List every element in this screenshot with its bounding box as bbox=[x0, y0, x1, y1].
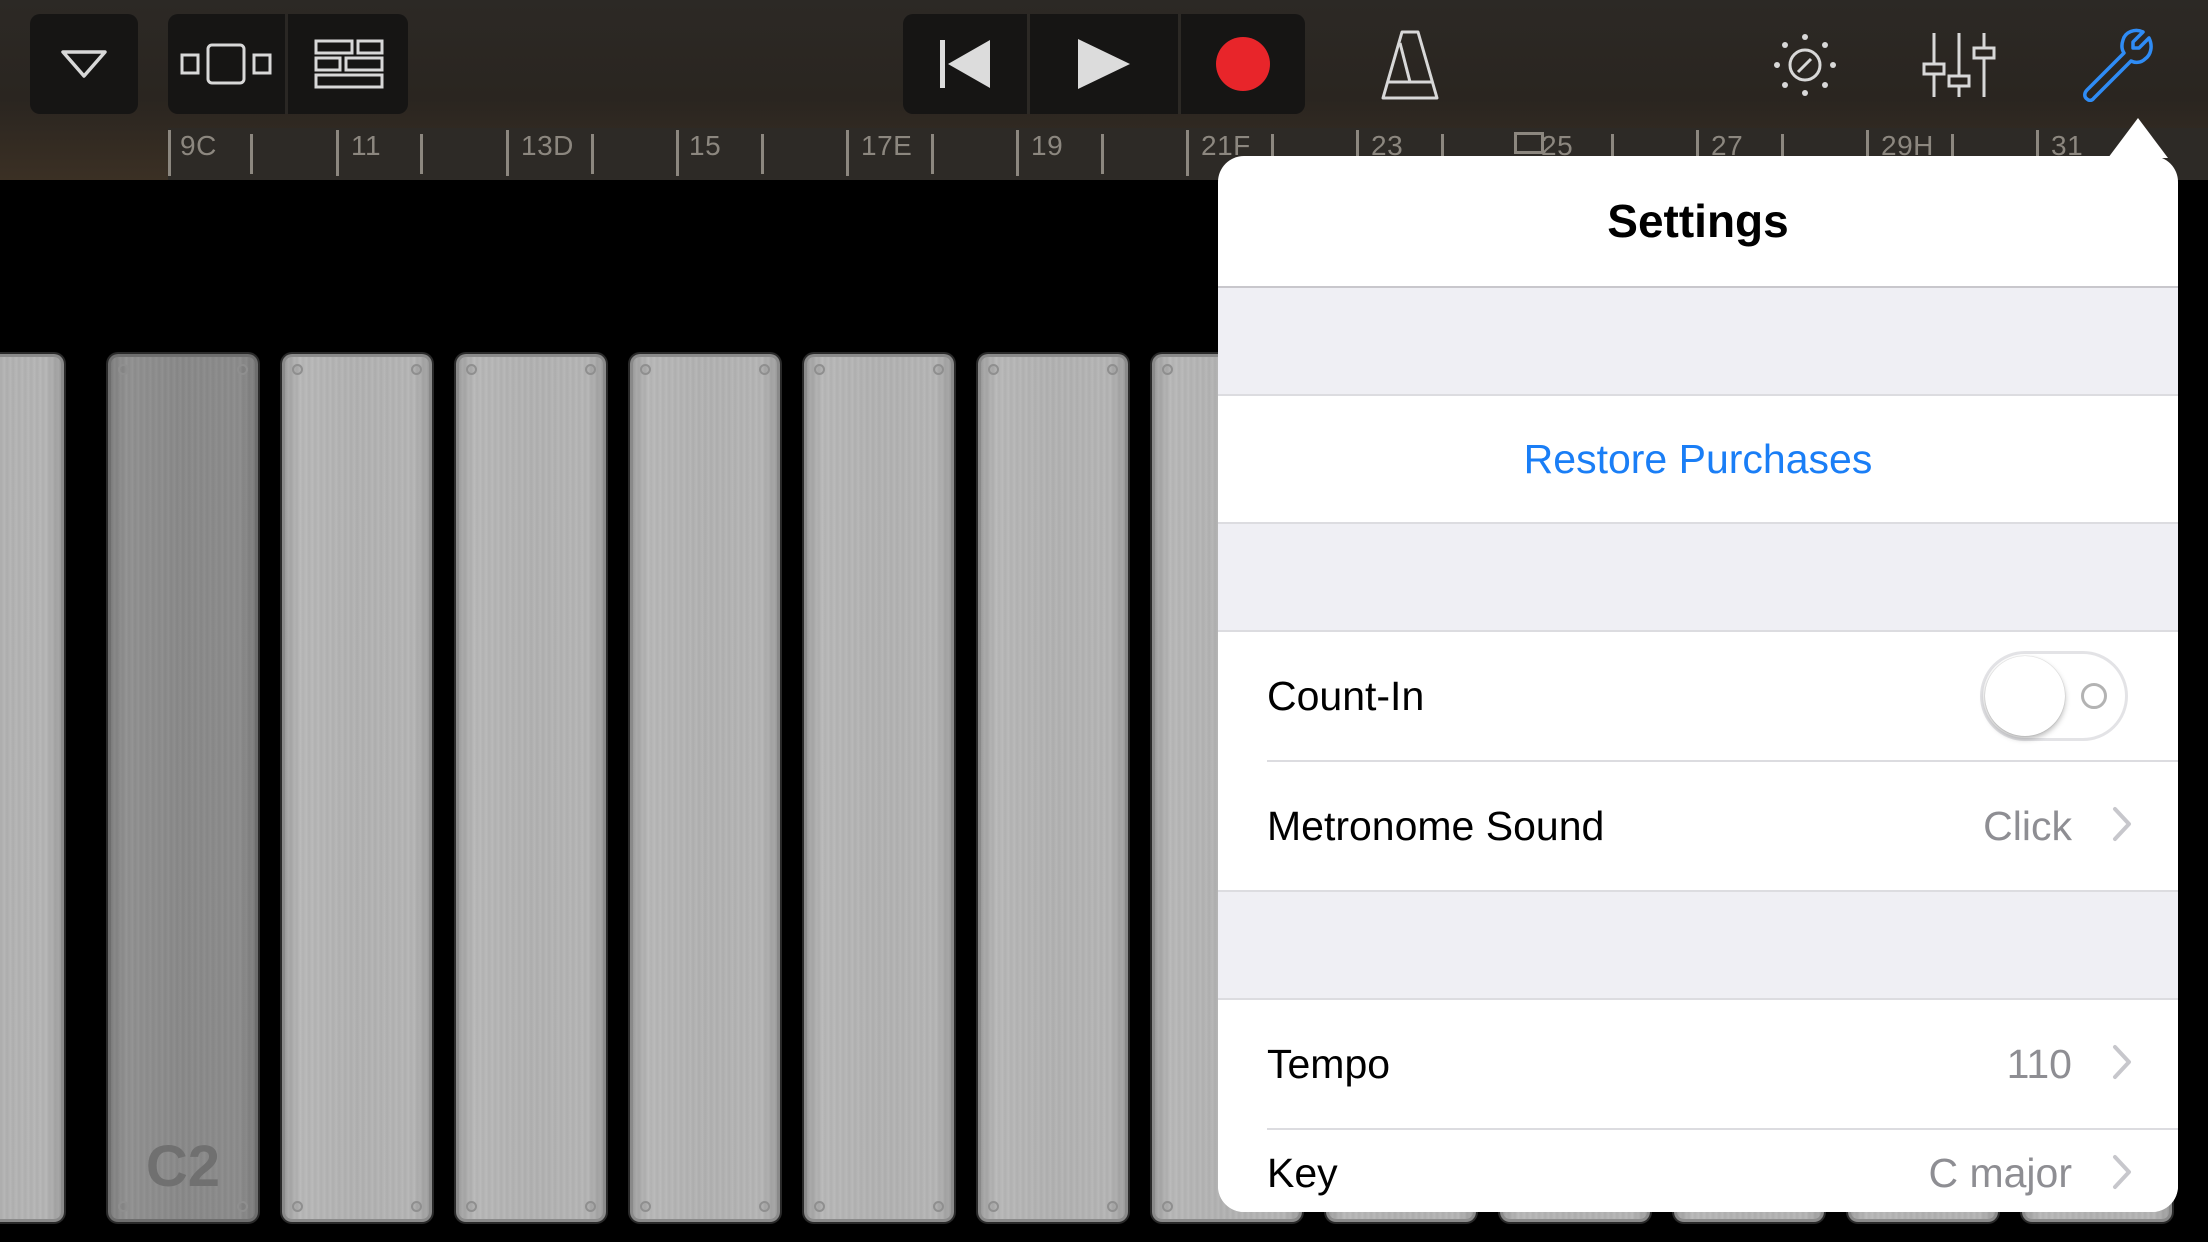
piano-key[interactable] bbox=[804, 354, 954, 1222]
key-note-label: C2 bbox=[145, 1134, 221, 1199]
metronome-sound-label: Metronome Sound bbox=[1267, 802, 1605, 849]
chevron-down-icon bbox=[60, 49, 108, 79]
chevron-right-icon bbox=[2112, 1044, 2132, 1085]
mixer-button[interactable] bbox=[1917, 20, 2001, 110]
tracks-view-button[interactable] bbox=[290, 14, 408, 114]
key-row[interactable]: Key C major bbox=[1218, 1130, 2178, 1212]
mixer-sliders-icon bbox=[1920, 30, 1998, 100]
playhead[interactable] bbox=[1514, 132, 1544, 154]
ruler-label: 17E bbox=[861, 130, 913, 161]
piano-key[interactable] bbox=[456, 354, 606, 1222]
go-to-beginning-icon bbox=[938, 38, 992, 90]
ruler-label: 11 bbox=[351, 130, 382, 161]
ruler-label: 15 bbox=[689, 130, 722, 161]
toggle-off-indicator bbox=[2081, 683, 2107, 709]
settings-popover: Settings Restore Purchases Count-In Metr… bbox=[1218, 156, 2178, 1212]
settings-button[interactable] bbox=[2073, 20, 2163, 110]
ruler-label: 9C bbox=[180, 130, 217, 161]
track-view-button[interactable] bbox=[168, 14, 284, 114]
ruler-label: 19 bbox=[1031, 130, 1064, 161]
control-bar: 9C 11 13D 15 17E 19 21F 23 25 27 29H 31 bbox=[0, 0, 2208, 180]
record-icon bbox=[1215, 36, 1271, 92]
toggle-knob bbox=[1985, 656, 2065, 736]
key-value: C major bbox=[1928, 1150, 2072, 1196]
count-in-label: Count-In bbox=[1267, 672, 1425, 719]
chevron-right-icon bbox=[2112, 806, 2132, 847]
tempo-value: 110 bbox=[2006, 1040, 2072, 1087]
popover-arrow bbox=[2108, 118, 2168, 158]
piano-key[interactable] bbox=[282, 354, 432, 1222]
record-button[interactable] bbox=[1181, 14, 1305, 114]
restore-purchases-button[interactable]: Restore Purchases bbox=[1218, 436, 2178, 483]
metronome-sound-value: Click bbox=[1983, 802, 2072, 849]
settings-title: Settings bbox=[1218, 156, 2178, 288]
brightness-dial-icon bbox=[1769, 29, 1841, 101]
tempo-label: Tempo bbox=[1267, 1040, 1391, 1087]
piano-key[interactable] bbox=[978, 354, 1128, 1222]
key-label: Key bbox=[1267, 1150, 1338, 1196]
piano-key[interactable]: C2 bbox=[108, 354, 258, 1222]
play-icon bbox=[1076, 37, 1132, 91]
fx-button[interactable] bbox=[1765, 20, 1845, 110]
track-view-icon bbox=[180, 41, 272, 87]
count-in-toggle[interactable] bbox=[1980, 651, 2128, 741]
chevron-right-icon bbox=[2112, 1154, 2132, 1195]
browser-button[interactable] bbox=[30, 14, 138, 114]
ruler-label: 13D bbox=[521, 130, 574, 161]
metronome-icon bbox=[1380, 29, 1440, 101]
piano-key[interactable] bbox=[630, 354, 780, 1222]
metronome-button[interactable] bbox=[1370, 20, 1450, 110]
count-in-row: Count-In bbox=[1218, 630, 2178, 760]
section-gap bbox=[1218, 892, 2178, 998]
tempo-row[interactable]: Tempo 110 bbox=[1218, 998, 2178, 1128]
tracks-list-icon bbox=[314, 39, 384, 89]
wrench-icon bbox=[2081, 28, 2155, 102]
play-button[interactable] bbox=[1030, 14, 1178, 114]
metronome-sound-row[interactable]: Metronome Sound Click bbox=[1218, 762, 2178, 892]
section-gap bbox=[1218, 524, 2178, 630]
piano-key[interactable] bbox=[0, 354, 64, 1222]
go-to-beginning-button[interactable] bbox=[903, 14, 1027, 114]
restore-purchases-row[interactable]: Restore Purchases bbox=[1218, 394, 2178, 524]
